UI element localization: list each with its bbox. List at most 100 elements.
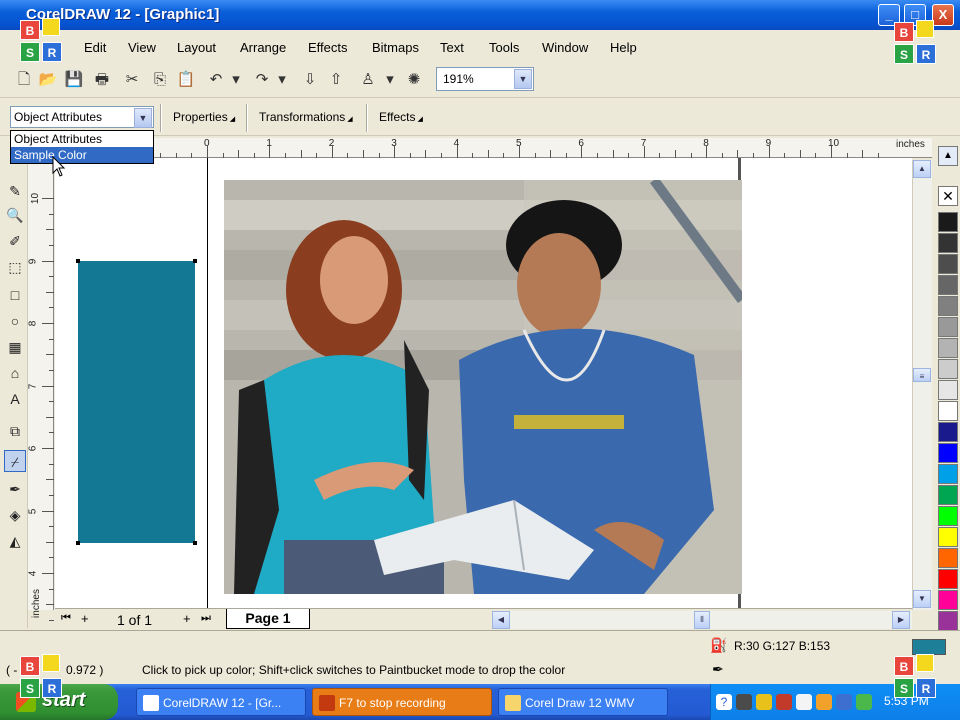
menu-arrange[interactable]: Arrange <box>240 40 286 55</box>
cut-icon[interactable]: ✂ <box>122 70 142 90</box>
help-icon[interactable]: ? <box>716 694 732 710</box>
horizontal-ruler[interactable]: 0 1 2 3 4 5 6 7 8 9 10 inches <box>28 138 932 158</box>
freehand-tool-icon[interactable]: ✐ <box>4 230 26 252</box>
open-icon[interactable]: 📂 <box>38 70 58 90</box>
ellipse-tool-icon[interactable]: ○ <box>4 310 26 332</box>
chevron-down-icon[interactable]: ▼ <box>134 108 152 128</box>
print-icon[interactable]: 🖶 <box>92 70 112 90</box>
palette-swatch[interactable] <box>938 506 958 526</box>
application-launcher-icon[interactable]: ♙ <box>358 70 378 90</box>
menu-text[interactable]: Text <box>440 40 464 55</box>
menu-tools[interactable]: Tools <box>489 40 519 55</box>
palette-swatch[interactable] <box>938 212 958 232</box>
text-tool-icon[interactable]: A <box>4 388 26 410</box>
add-page-after-icon[interactable]: + <box>183 611 191 626</box>
palette-swatch[interactable] <box>938 485 958 505</box>
corel-online-icon[interactable]: ✺ <box>404 70 424 90</box>
scroll-right-icon[interactable]: ▶ <box>892 611 910 629</box>
selection-handle[interactable] <box>193 541 197 545</box>
scroll-thumb[interactable]: ≡ <box>913 368 931 382</box>
palette-swatch[interactable] <box>938 443 958 463</box>
menu-effects[interactable]: Effects <box>308 40 348 55</box>
security-shield-icon[interactable] <box>756 694 772 710</box>
menu-edit[interactable]: Edit <box>84 40 106 55</box>
tab-properties[interactable]: Properties <box>173 110 235 124</box>
outline-tool-icon[interactable]: ✒ <box>4 478 26 500</box>
scroll-up-icon[interactable]: ▲ <box>913 160 931 178</box>
fill-tool-icon[interactable]: ◈ <box>4 504 26 526</box>
volume-icon[interactable] <box>796 694 812 710</box>
chevron-down-icon[interactable]: ▼ <box>514 69 532 89</box>
new-file-icon[interactable]: 🗋 <box>14 70 34 90</box>
network-icon[interactable] <box>736 694 752 710</box>
scroll-down-icon[interactable]: ▼ <box>913 590 931 608</box>
palette-swatch[interactable] <box>938 422 958 442</box>
basic-shapes-tool-icon[interactable]: ⌂ <box>4 362 26 384</box>
palette-swatch[interactable] <box>938 590 958 610</box>
vertical-scrollbar[interactable]: ▲ ≡ ▼ <box>912 160 932 610</box>
scroll-left-icon[interactable]: ◀ <box>492 611 510 629</box>
antivirus-icon[interactable] <box>776 694 792 710</box>
eyedropper-tool-icon[interactable]: ⌿ <box>4 450 26 472</box>
polygon-tool-icon[interactable]: ▦ <box>4 336 26 358</box>
palette-swatch[interactable] <box>938 275 958 295</box>
shape-tool-icon[interactable]: ✎ <box>4 180 26 202</box>
no-fill-swatch[interactable]: ✕ <box>938 186 958 206</box>
messenger-icon[interactable] <box>816 694 832 710</box>
tab-page-1[interactable]: Page 1 <box>226 609 310 629</box>
palette-swatch[interactable] <box>938 464 958 484</box>
taskbar-item-recording[interactable]: F7 to stop recording <box>312 688 492 716</box>
taskbar-item-coreldraw[interactable]: CorelDRAW 12 - [Gr... <box>136 688 306 716</box>
menu-bitmaps[interactable]: Bitmaps <box>372 40 419 55</box>
zoom-level-select[interactable]: 191% ▼ <box>436 67 534 91</box>
palette-swatch[interactable] <box>938 380 958 400</box>
add-page-before-icon[interactable]: + <box>81 611 89 626</box>
save-icon[interactable]: 💾 <box>64 70 84 90</box>
docker-select[interactable]: Object Attributes ▼ <box>10 106 154 128</box>
interactive-fill-tool-icon[interactable]: ◭ <box>4 530 26 552</box>
teal-rectangle[interactable] <box>78 261 195 543</box>
palette-swatch[interactable] <box>938 569 958 589</box>
smart-fill-tool-icon[interactable]: ⬚ <box>4 256 26 278</box>
undo-icon[interactable]: ↶ <box>206 70 226 90</box>
palette-swatch[interactable] <box>938 296 958 316</box>
first-page-icon[interactable]: ⏮ <box>61 612 71 625</box>
palette-swatch[interactable] <box>938 338 958 358</box>
palette-swatch[interactable] <box>938 527 958 547</box>
menu-layout[interactable]: Layout <box>177 40 216 55</box>
selection-handle[interactable] <box>76 541 80 545</box>
palette-scroll-up-icon[interactable]: ▲ <box>938 146 958 166</box>
menu-window[interactable]: Window <box>542 40 588 55</box>
display-icon[interactable] <box>836 694 852 710</box>
palette-swatch[interactable] <box>938 233 958 253</box>
selection-handle[interactable] <box>193 259 197 263</box>
interactive-blend-tool-icon[interactable]: ⧉ <box>4 420 26 442</box>
palette-swatch[interactable] <box>938 548 958 568</box>
import-icon[interactable]: ⇩ <box>300 70 320 90</box>
palette-swatch[interactable] <box>938 317 958 337</box>
palette-swatch[interactable] <box>938 611 958 631</box>
last-page-icon[interactable]: ⏭ <box>201 612 211 625</box>
palette-swatch[interactable] <box>938 401 958 421</box>
palette-swatch[interactable] <box>938 359 958 379</box>
taskbar-item-folder[interactable]: Corel Draw 12 WMV <box>498 688 668 716</box>
tab-effects[interactable]: Effects <box>379 110 423 124</box>
selection-handle[interactable] <box>76 259 80 263</box>
option-sample-color[interactable]: Sample Color <box>11 147 153 163</box>
rectangle-tool-icon[interactable]: □ <box>4 284 26 306</box>
launcher-dropdown-icon[interactable]: ▾ <box>380 70 400 90</box>
redo-dropdown-icon[interactable]: ▾ <box>272 70 292 90</box>
tab-transformations[interactable]: Transformations <box>259 110 353 124</box>
paste-icon[interactable]: 📋 <box>176 70 196 90</box>
menu-view[interactable]: View <box>128 40 156 55</box>
menu-help[interactable]: Help <box>610 40 637 55</box>
export-icon[interactable]: ⇧ <box>326 70 346 90</box>
horizontal-scrollbar[interactable]: ◀ ⦀ ▶ <box>492 611 912 629</box>
option-object-attributes[interactable]: Object Attributes <box>11 131 153 147</box>
vertical-ruler[interactable]: 10 9 8 7 6 5 4 inches <box>27 158 54 621</box>
photo-students-on-steps[interactable] <box>224 180 742 594</box>
update-icon[interactable] <box>856 694 872 710</box>
zoom-tool-icon[interactable]: 🔍 <box>4 204 26 226</box>
redo-icon[interactable]: ↷ <box>252 70 272 90</box>
palette-swatch[interactable] <box>938 254 958 274</box>
